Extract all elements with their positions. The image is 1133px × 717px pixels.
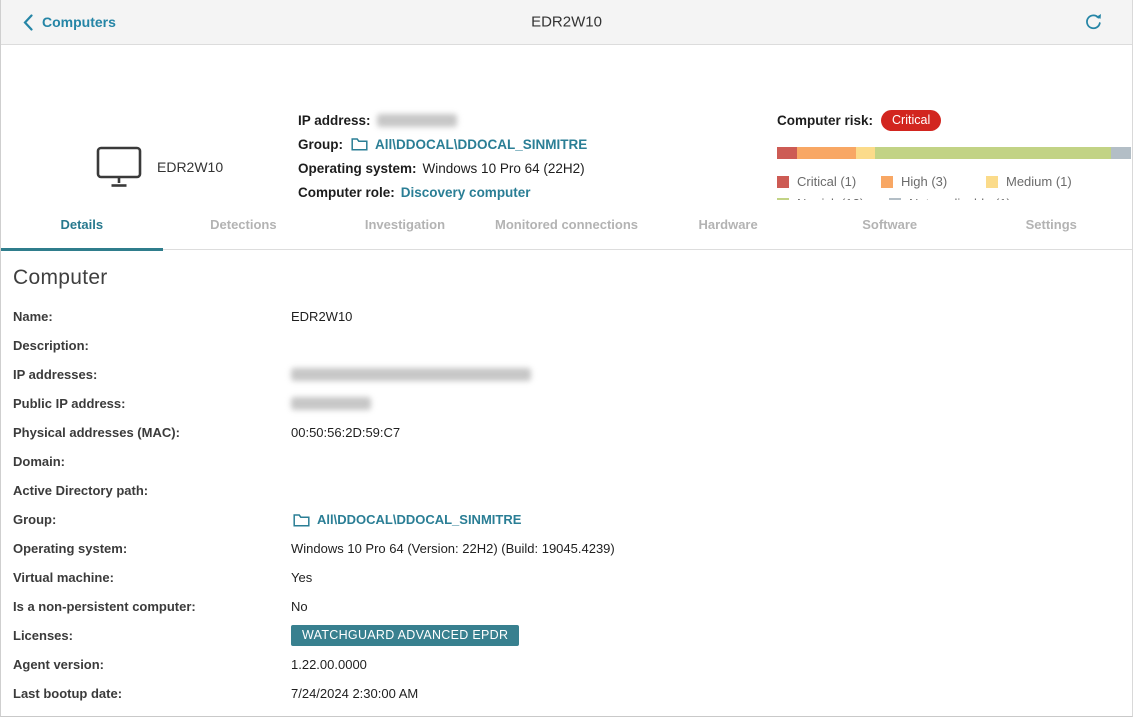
- detail-row-public-ip: Public IP address:: [13, 389, 1132, 418]
- folder-icon: [293, 513, 310, 527]
- detail-row-description: Description:: [13, 331, 1132, 360]
- detail-row-mac: Physical addresses (MAC): 00:50:56:2D:59…: [13, 418, 1132, 447]
- computer-header: EDR2W10 IP address: Group: All\DDOCAL\DD…: [1, 45, 1132, 200]
- detail-row-group: Group: All\DDOCAL\DDOCAL_SINMITRE: [13, 505, 1132, 534]
- detail-row-licenses: Licenses: WATCHGUARD ADVANCED EPDR: [13, 621, 1132, 650]
- tab-hardware[interactable]: Hardware: [647, 200, 809, 249]
- group-link[interactable]: All\DDOCAL\DDOCAL_SINMITRE: [375, 137, 587, 152]
- group-line: Group: All\DDOCAL\DDOCAL_SINMITRE: [298, 132, 587, 156]
- section-title: Computer: [13, 266, 1132, 290]
- device-summary: EDR2W10: [96, 145, 223, 189]
- computer-role-link[interactable]: Discovery computer: [401, 185, 531, 200]
- computer-risk-label: Computer risk:: [777, 113, 873, 128]
- operating-system-value: Windows 10 Pro 64 (22H2): [423, 161, 585, 176]
- tab-investigation[interactable]: Investigation: [324, 200, 486, 249]
- computer-risk-badge: Critical: [881, 110, 941, 131]
- ip-address-line: IP address:: [298, 108, 587, 132]
- detail-row-ip-addresses: IP addresses:: [13, 360, 1132, 389]
- refresh-button[interactable]: [1083, 12, 1104, 33]
- operating-system-label: Operating system:: [298, 161, 417, 176]
- detail-row-os: Operating system: Windows 10 Pro 64 (Ver…: [13, 534, 1132, 563]
- group-label: Group:: [298, 137, 343, 152]
- legend-swatch-high: [881, 176, 893, 188]
- detail-row-last-bootup: Last bootup date: 7/24/2024 2:30:00 AM: [13, 679, 1132, 708]
- back-link-label: Computers: [42, 14, 116, 30]
- device-name: EDR2W10: [157, 159, 223, 175]
- legend-item-critical: Critical (1): [777, 174, 881, 189]
- detail-row-agent-version: Agent version: 1.22.00.0000: [13, 650, 1132, 679]
- details-panel: Computer Name: EDR2W10 Description: IP a…: [1, 250, 1132, 708]
- license-badge: WATCHGUARD ADVANCED EPDR: [291, 625, 519, 646]
- legend-swatch-medium: [986, 176, 998, 188]
- tab-monitored-connections[interactable]: Monitored connections: [486, 200, 648, 249]
- risk-bar-segment-critical: [777, 147, 797, 159]
- legend-swatch-critical: [777, 176, 789, 188]
- tab-software[interactable]: Software: [809, 200, 971, 249]
- redacted-public-ip-value: [291, 397, 371, 410]
- ip-address-label: IP address:: [298, 113, 371, 128]
- group-link[interactable]: All\DDOCAL\DDOCAL_SINMITRE: [317, 512, 521, 527]
- refresh-icon: [1083, 12, 1104, 33]
- detail-row-name: Name: EDR2W10: [13, 302, 1132, 331]
- risk-bar-segment-no-risk: [875, 147, 1111, 159]
- detail-row-ad-path: Active Directory path:: [13, 476, 1132, 505]
- risk-bar-segment-not-applicable: [1111, 147, 1131, 159]
- redacted-ip-addresses-value: [291, 368, 531, 381]
- operating-system-line: Operating system: Windows 10 Pro 64 (22H…: [298, 156, 587, 180]
- detail-row-non-persistent: Is a non-persistent computer: No: [13, 592, 1132, 621]
- chevron-left-icon: [23, 14, 33, 31]
- computer-detail-page: Computers EDR2W10 EDR2W10 IP address:: [0, 0, 1133, 717]
- legend-item-high: High (3): [881, 174, 986, 189]
- top-bar: Computers EDR2W10: [1, 0, 1132, 45]
- legend-item-medium: Medium (1): [986, 174, 1131, 189]
- risk-bar-segment-medium: [856, 147, 876, 159]
- tab-settings[interactable]: Settings: [970, 200, 1132, 249]
- tab-detections[interactable]: Detections: [163, 200, 325, 249]
- device-info-block: IP address: Group: All\DDOCAL\DDOCAL_SIN…: [298, 108, 587, 204]
- risk-bar-segment-high: [797, 147, 856, 159]
- back-to-computers-link[interactable]: Computers: [23, 14, 116, 31]
- tab-details[interactable]: Details: [1, 200, 163, 249]
- active-tab-underline: [1, 248, 163, 251]
- computer-role-label: Computer role:: [298, 185, 395, 200]
- computer-monitor-icon: [96, 145, 142, 189]
- tab-bar: Details Detections Investigation Monitor…: [1, 200, 1132, 250]
- detail-row-virtual-machine: Virtual machine: Yes: [13, 563, 1132, 592]
- computer-risk-block: Computer risk: Critical Critical (1) Hig…: [777, 108, 1131, 211]
- folder-icon: [351, 137, 368, 151]
- detail-row-domain: Domain:: [13, 447, 1132, 476]
- risk-distribution-bar: [777, 147, 1131, 159]
- page-title: EDR2W10: [531, 14, 602, 31]
- redacted-ip-value: [377, 114, 457, 127]
